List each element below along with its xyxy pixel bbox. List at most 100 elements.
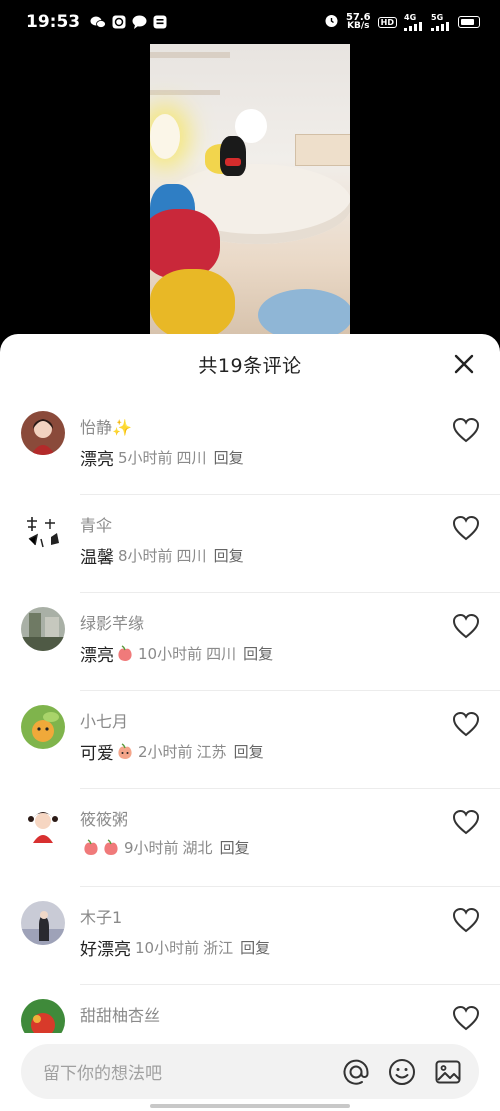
- comments-sheet: 共19条评论 怡静✨ 漂亮 5小时前 四川 回复 青伞 温馨 8小时前 四川 回…: [0, 334, 500, 1111]
- avatar[interactable]: [21, 705, 65, 749]
- comment-location: 四川: [176, 547, 207, 565]
- signal-5g: 5G: [431, 12, 451, 31]
- comment-time: 2小时前: [138, 743, 193, 761]
- like-button[interactable]: [452, 613, 480, 639]
- status-time: 19:53: [26, 12, 81, 32]
- wechat-icon: [90, 15, 107, 29]
- mention-button[interactable]: [341, 1057, 371, 1087]
- reply-button[interactable]: 回复: [220, 837, 250, 858]
- heart-icon: [452, 907, 480, 933]
- avatar[interactable]: [21, 803, 65, 847]
- heart-icon: [452, 809, 480, 835]
- peach-face-emoji-icon: [118, 743, 132, 759]
- shelf: [150, 90, 220, 95]
- notification-box-icon: [153, 15, 167, 29]
- rug: [258, 289, 350, 334]
- moon-lamp: [150, 114, 180, 159]
- desk: [295, 134, 350, 166]
- comment-location: 湖北: [182, 839, 213, 857]
- app-badge-icon: [112, 15, 126, 29]
- comment-time: 8小时前: [118, 547, 173, 565]
- home-indicator[interactable]: [150, 1104, 350, 1108]
- comment-body: 可爱 2小时前 江苏 回复: [80, 739, 264, 764]
- heart-icon: [452, 515, 480, 541]
- toy-figure: [220, 136, 246, 176]
- message-bubble-icon: [132, 15, 147, 29]
- comment-time: 9小时前: [124, 839, 179, 857]
- reply-button[interactable]: 回复: [240, 937, 270, 958]
- comment-time: 10小时前: [138, 645, 203, 663]
- hd-badge: HD: [377, 16, 397, 28]
- alarm-icon: [324, 13, 339, 31]
- image-button[interactable]: [433, 1057, 463, 1087]
- avatar[interactable]: [21, 607, 65, 651]
- comment-item: 筱筱粥 9小时前 湖北 回复: [0, 789, 500, 887]
- avatar[interactable]: [21, 411, 65, 455]
- comment-author[interactable]: 小七月: [80, 708, 128, 732]
- comment-author[interactable]: 甜甜柚杏丝: [80, 1002, 160, 1026]
- at-icon: [343, 1059, 369, 1085]
- comment-body: 温馨 8小时前 四川 回复: [80, 543, 244, 568]
- reply-button[interactable]: 回复: [243, 643, 273, 664]
- comment-author[interactable]: 怡静✨: [80, 414, 132, 438]
- image-icon: [435, 1060, 461, 1083]
- comment-input[interactable]: 留下你的想法吧: [43, 1059, 341, 1084]
- avatar[interactable]: [21, 509, 65, 553]
- comment-input-bar[interactable]: 留下你的想法吧: [21, 1044, 479, 1099]
- comment-body: 好漂亮 10小时前 浙江 回复: [80, 935, 270, 960]
- comments-title: 共19条评论: [198, 354, 302, 377]
- comment-text: 漂亮: [80, 450, 114, 470]
- shelf: [150, 52, 230, 58]
- comment-text: 可爱: [80, 744, 114, 764]
- comment-item: 怡静✨ 漂亮 5小时前 四川 回复: [0, 397, 500, 495]
- comment-location: 四川: [176, 449, 207, 467]
- heart-icon: [452, 417, 480, 443]
- emoji-button[interactable]: [387, 1057, 417, 1087]
- like-button[interactable]: [452, 1005, 480, 1031]
- close-button[interactable]: [450, 350, 478, 378]
- close-icon: [454, 354, 474, 374]
- signal-bars-icon: [431, 21, 449, 31]
- beanbag: [150, 269, 235, 334]
- battery-icon: [458, 16, 480, 28]
- comment-text: 漂亮: [80, 646, 114, 666]
- comment-author[interactable]: 筱筱粥: [80, 806, 128, 830]
- comment-item: 绿影芊缘 漂亮 10小时前 四川 回复: [0, 593, 500, 691]
- comment-body: 漂亮 10小时前 四川 回复: [80, 641, 273, 666]
- comment-item: 青伞 温馨 8小时前 四川 回复: [0, 495, 500, 593]
- comment-body: 漂亮 5小时前 四川 回复: [80, 445, 244, 470]
- signal-5g-label: 5G: [431, 12, 444, 22]
- heart-icon: [452, 1005, 480, 1031]
- comment-author[interactable]: 绿影芊缘: [80, 610, 144, 634]
- comment-time: 5小时前: [118, 449, 173, 467]
- avatar[interactable]: [21, 901, 65, 945]
- reply-button[interactable]: 回复: [214, 447, 244, 468]
- status-bar: 19:53 57.6 KB/s HD 4G 5G: [0, 0, 500, 44]
- like-button[interactable]: [452, 907, 480, 933]
- comment-location: 四川: [206, 645, 237, 663]
- reply-button[interactable]: 回复: [234, 741, 264, 762]
- video-preview[interactable]: [150, 44, 350, 334]
- comment-location: 浙江: [203, 939, 234, 957]
- peach-emoji-icon: [84, 839, 98, 855]
- signal-bars-icon: [404, 21, 422, 31]
- heart-icon: [452, 613, 480, 639]
- like-button[interactable]: [452, 809, 480, 835]
- like-button[interactable]: [452, 417, 480, 443]
- comment-text: 温馨: [80, 548, 114, 568]
- net-speed: 57.6 KB/s: [346, 13, 371, 31]
- heart-icon: [452, 711, 480, 737]
- signal-4g: 4G: [404, 12, 424, 31]
- peach-emoji-icon: [104, 839, 118, 855]
- comment-author[interactable]: 青伞: [80, 512, 112, 536]
- like-button[interactable]: [452, 711, 480, 737]
- comment-body: 9小时前 湖北 回复: [80, 837, 250, 858]
- signal-4g-label: 4G: [404, 12, 417, 22]
- comment-location: 江苏: [196, 743, 227, 761]
- smiley-icon: [389, 1058, 415, 1085]
- like-button[interactable]: [452, 515, 480, 541]
- reply-button[interactable]: 回复: [214, 545, 244, 566]
- comment-time: 10小时前: [135, 939, 200, 957]
- sheet-header: 共19条评论: [0, 334, 500, 394]
- comment-author[interactable]: 木子1: [80, 904, 122, 928]
